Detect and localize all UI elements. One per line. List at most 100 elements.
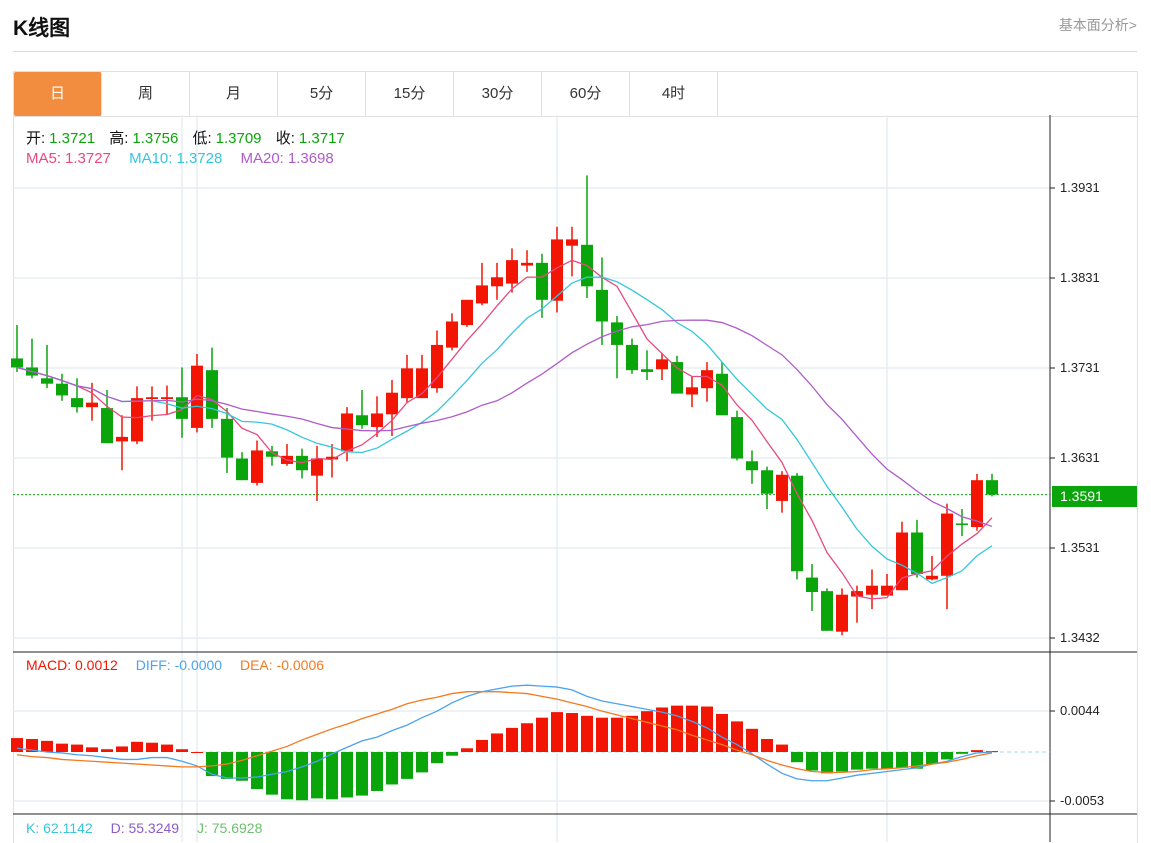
macd-bar (611, 717, 623, 752)
high-label: 高: (109, 130, 129, 147)
candle-up (656, 359, 668, 370)
candle-down (716, 373, 728, 416)
candle-up (131, 398, 143, 442)
ma10-line (16, 276, 993, 585)
macd-bar (446, 752, 458, 756)
macd-bar (461, 748, 473, 752)
macd-bar (896, 752, 908, 768)
candle-down (806, 577, 818, 593)
candle-up (251, 450, 263, 483)
macd-value: MACD: 0.0012 (26, 657, 118, 673)
ma-legend: MA5: 1.3727 MA10: 1.3728 MA20: 1.3698 (26, 150, 338, 167)
price-tick: 1.3931 (1060, 180, 1100, 195)
candle-up (926, 575, 938, 580)
candle-down (596, 289, 608, 322)
candle-up (686, 387, 698, 395)
candle-down (11, 358, 23, 368)
macd-bar (536, 717, 548, 752)
macd-bar (836, 752, 848, 772)
candle-up (161, 397, 173, 400)
candle-up (566, 239, 578, 246)
macd-bar (356, 752, 368, 796)
candle-up (866, 585, 878, 595)
macd-bar (521, 723, 533, 752)
macd-bar (806, 752, 818, 771)
candle-up (311, 458, 323, 476)
kdj-legend: K: 62.1142 D: 55.3249 J: 75.6928 (26, 820, 266, 836)
macd-bar (131, 741, 143, 752)
ohlc-legend: 开: 1.3721 高: 1.3756 低: 1.3709 收: 1.3717 (26, 127, 349, 148)
macd-bar (581, 715, 593, 752)
macd-bar (401, 752, 413, 779)
high-value: 1.3756 (132, 130, 179, 147)
candle-down (761, 470, 773, 494)
macd-bar (641, 711, 653, 752)
macd-tick: -0.0053 (1060, 793, 1105, 808)
price-tick: 1.3531 (1060, 540, 1100, 555)
macd-bar (746, 728, 758, 752)
price-tick: 1.3432 (1060, 630, 1100, 645)
macd-bar (236, 752, 248, 781)
ma5-value: 1.3727 (65, 150, 111, 167)
d-value: D: 55.3249 (110, 820, 180, 836)
candle-up (386, 392, 398, 415)
macd-bar (776, 744, 788, 752)
candle-up (776, 474, 788, 501)
dea-value: DEA: -0.0006 (239, 657, 325, 673)
price-tick: 1.3631 (1060, 450, 1100, 465)
candle-up (461, 299, 473, 326)
macd-bar (146, 742, 158, 752)
macd-bar (821, 752, 833, 774)
candle-up (881, 585, 893, 596)
close-value: 1.3717 (298, 130, 345, 147)
macd-bar (686, 705, 698, 752)
macd-bar (506, 727, 518, 752)
macd-legend: MACD: 0.0012 DIFF: -0.0000 DEA: -0.0006 (26, 657, 328, 673)
macd-bar (281, 752, 293, 800)
macd-bar (71, 744, 83, 752)
macd-bar (971, 750, 983, 752)
macd-bar (221, 752, 233, 779)
macd-bar (761, 739, 773, 752)
candle-down (41, 378, 53, 384)
price-tick: 1.3731 (1060, 360, 1100, 375)
candle-up (86, 402, 98, 408)
macd-bar (956, 752, 968, 754)
macd-bar (11, 738, 23, 752)
ma20-value: 1.3698 (287, 150, 334, 167)
macd-bar (926, 752, 938, 765)
macd-bar (551, 712, 563, 752)
candle-up (941, 513, 953, 576)
macd-bar (881, 752, 893, 769)
macd-bar (341, 752, 353, 798)
ma10-label: MA10: (129, 150, 173, 167)
candle-up (476, 285, 488, 304)
macd-bar (416, 752, 428, 773)
candle-up (896, 532, 908, 591)
open-label: 开: (26, 130, 46, 147)
candle-down (641, 369, 653, 372)
macd-bar (566, 713, 578, 752)
low-label: 低: (192, 130, 212, 147)
macd-bar (101, 749, 113, 752)
macd-bar (596, 717, 608, 752)
k-value: K: 62.1142 (26, 820, 93, 836)
macd-bar (866, 752, 878, 769)
candle-down (821, 591, 833, 631)
ma5-label: MA5: (26, 150, 62, 167)
candle-down (71, 398, 83, 408)
candle-up (116, 436, 128, 442)
candle-up (506, 260, 518, 284)
candle-down (56, 383, 68, 396)
candle-down (626, 344, 638, 371)
j-value: J: 75.6928 (196, 820, 263, 836)
macd-bar (851, 752, 863, 770)
candle-down (221, 418, 233, 458)
macd-bar (326, 752, 338, 800)
diff-value: DIFF: -0.0000 (135, 657, 223, 673)
candle-up (341, 413, 353, 452)
candle-down (356, 415, 368, 426)
candle-down (746, 461, 758, 471)
candle-up (446, 321, 458, 348)
open-value: 1.3721 (49, 130, 96, 147)
